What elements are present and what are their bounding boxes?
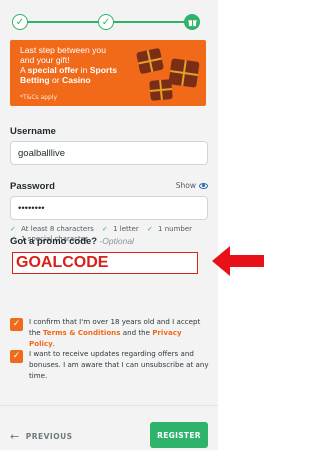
promo-code-input[interactable]: GOALCODE	[12, 252, 198, 274]
gift-icon	[187, 19, 197, 26]
terms-link[interactable]: Terms & Conditions	[43, 328, 121, 337]
footer-divider	[0, 405, 218, 406]
banner-terms[interactable]: *T&Cs apply	[20, 94, 57, 101]
age-terms-checkbox[interactable]: ✓	[10, 318, 23, 331]
banner-text: Last step between you and your gift! A s…	[20, 45, 117, 85]
previous-button[interactable]: ← PREVIOUS	[10, 430, 73, 443]
marketing-checkbox[interactable]: ✓	[10, 350, 23, 363]
check-icon: ✓	[101, 225, 108, 233]
promo-label: Got a promo code? -Optional	[10, 236, 134, 247]
check-icon: ✓	[146, 225, 153, 233]
marketing-consent: ✓ I want to receive updates regarding of…	[10, 348, 210, 382]
annotation-arrow-icon	[212, 246, 264, 276]
username-input[interactable]: goalballlive	[10, 141, 208, 165]
check-icon: ✓	[10, 225, 16, 233]
password-input[interactable]: ••••••••	[10, 196, 208, 220]
step-1-complete: ✓	[12, 14, 28, 30]
gift-box-icon	[135, 47, 165, 75]
promo-banner: Last step between you and your gift! A s…	[10, 40, 206, 106]
rule-item: ✓ 1 letter	[101, 225, 139, 233]
show-password-toggle[interactable]: Show	[176, 181, 208, 190]
eye-icon	[199, 182, 208, 189]
age-terms-consent: ✓ I confirm that I'm over 18 years old a…	[10, 316, 210, 348]
gift-box-icon	[168, 58, 200, 88]
arrow-left-icon: ←	[10, 430, 20, 443]
gift-box-icon	[149, 79, 173, 101]
rule-item: ✓ At least 8 characters	[10, 225, 94, 233]
password-label: Password	[10, 181, 55, 192]
register-button[interactable]: REGISTER	[150, 422, 208, 448]
username-label: Username	[10, 126, 56, 137]
step-2-complete: ✓	[98, 14, 114, 30]
step-3-current	[184, 14, 200, 30]
progress-stepper: ✓ ✓	[12, 14, 200, 30]
rule-item: ✓ 1 number	[146, 225, 193, 233]
